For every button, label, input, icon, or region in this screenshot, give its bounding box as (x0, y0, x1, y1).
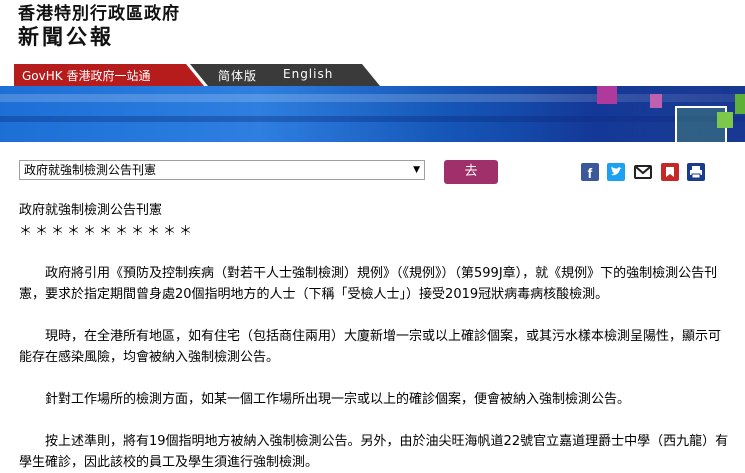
site-header: 香港特別行政區政府 新聞公報 (18, 4, 180, 50)
banner-block-green (717, 112, 733, 128)
email-icon[interactable] (634, 163, 652, 181)
simplified-chinese-link[interactable]: 简体版 (218, 67, 257, 84)
article-title: 政府就強制檢測公告刊憲 (19, 203, 163, 218)
article-paragraph: 政府將引用《預防及控制疾病（對若干人士強制檢測）規例》（《規例》）（第599J章… (19, 266, 718, 302)
press-release-title: 新聞公報 (18, 25, 114, 49)
article-paragraph: 按上述準則，將有19個指明地方被納入強制檢測公告。另外，由於油尖旺海帆道22號官… (19, 434, 729, 470)
article-body: 政府就強制檢測公告刊憲 ＊＊＊＊＊＊＊＊＊＊＊ 政府將引用《預防及控制疾病（對若… (19, 200, 733, 473)
press-release-select[interactable]: 政府就強制檢測公告刊憲 ▼ (19, 160, 425, 180)
article-paragraph: 針對工作場所的檢測方面，如某一個工作場所出現一宗或以上的確診個案，便會被納入強制… (45, 392, 631, 407)
govhk-link[interactable]: GovHK 香港政府一站通 (14, 64, 204, 86)
top-nav: GovHK 香港政府一站通 简体版 English (0, 64, 745, 86)
banner-block-pink (650, 94, 662, 108)
print-icon[interactable] (687, 163, 705, 181)
chevron-down-icon: ▼ (413, 165, 420, 175)
govhk-link-label: GovHK 香港政府一站通 (22, 69, 151, 83)
select-value: 政府就強制檢測公告刊憲 (24, 163, 157, 177)
hksar-title: 香港特別行政區政府 (18, 4, 180, 24)
header-banner (0, 86, 745, 142)
banner-block-magenta (597, 86, 617, 104)
english-link[interactable]: English (283, 67, 333, 81)
article-separator: ＊＊＊＊＊＊＊＊＊＊＊ (19, 224, 196, 239)
facebook-icon[interactable]: f (581, 163, 599, 181)
banner-block-green (735, 94, 745, 114)
article-paragraph: 現時，在全港所有地區，如有住宅（包括商住兩用）大廈新增一宗或以上確診個案，或其污… (19, 329, 722, 365)
svg-text:f: f (588, 165, 593, 181)
go-button[interactable]: 去 (444, 160, 498, 184)
twitter-icon[interactable] (607, 163, 625, 181)
bookmark-icon[interactable] (661, 163, 679, 181)
